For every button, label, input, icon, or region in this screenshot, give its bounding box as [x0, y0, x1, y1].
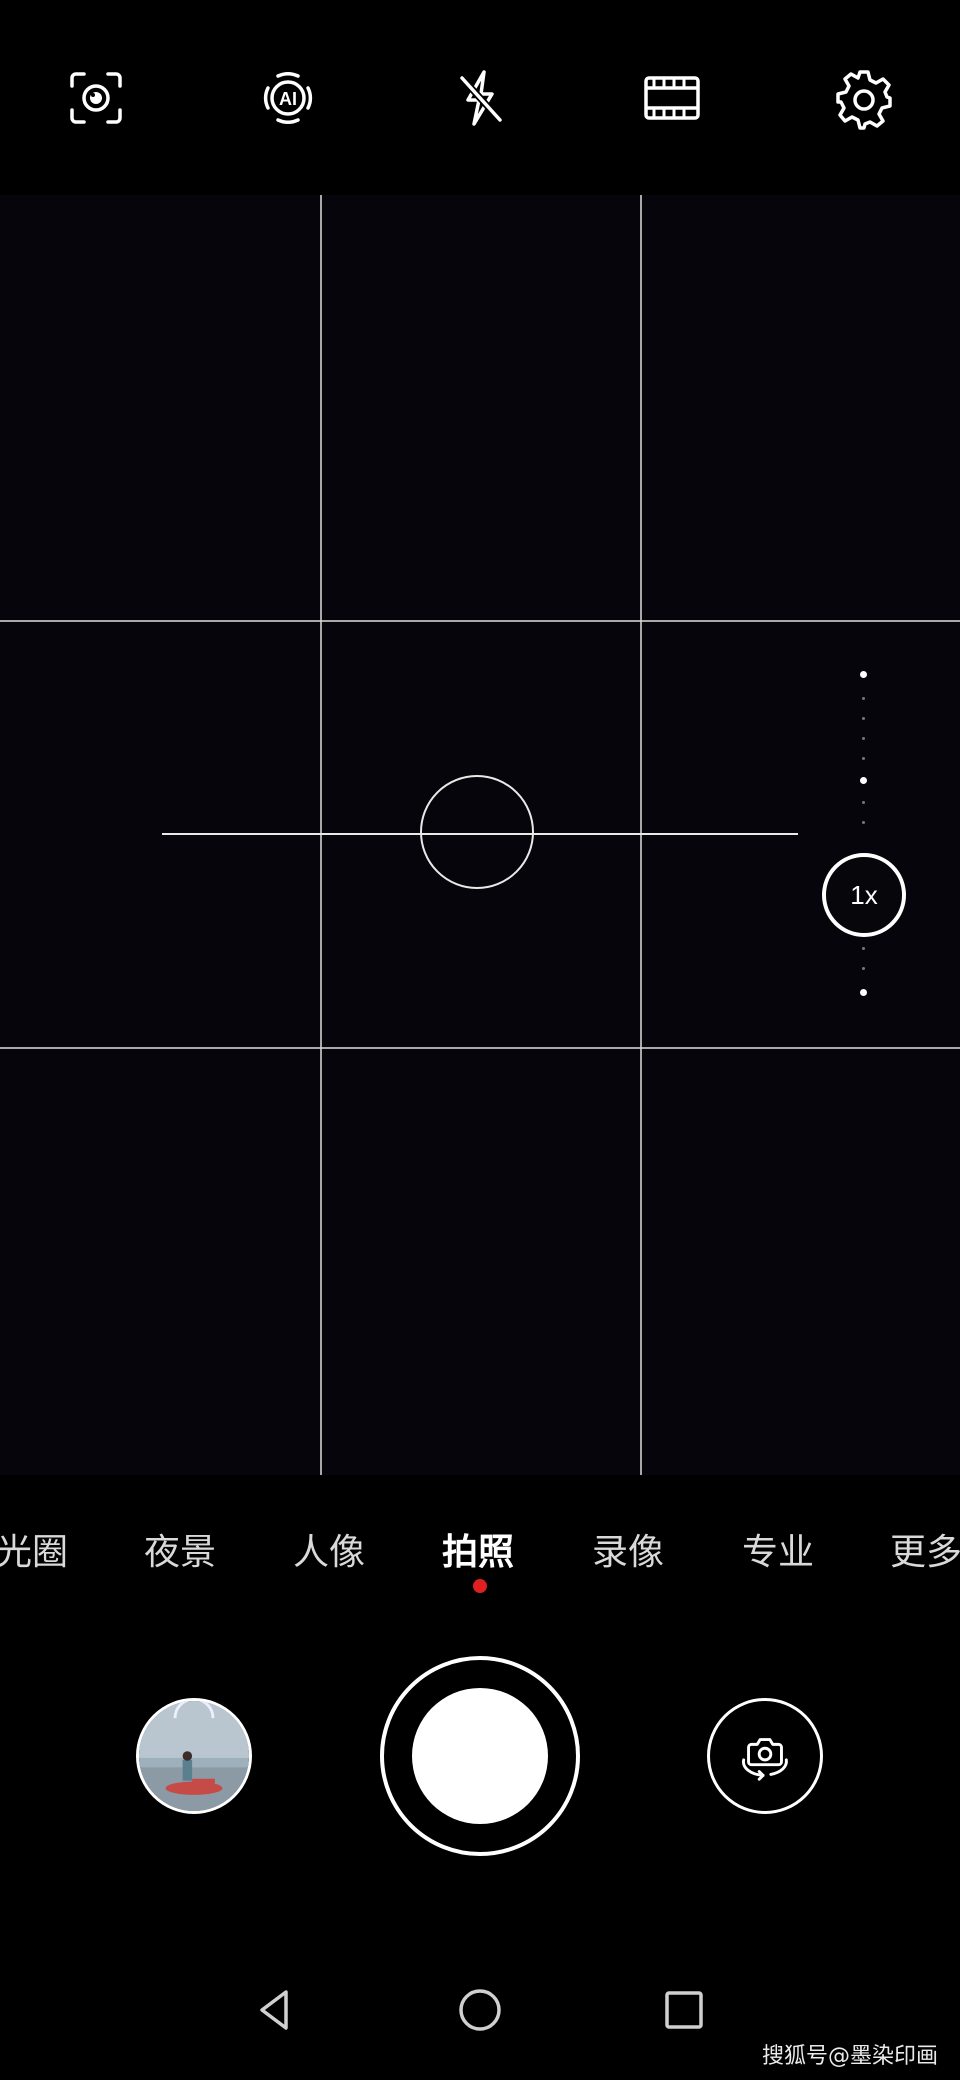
zoom-tick: [862, 821, 865, 824]
settings-button[interactable]: [829, 63, 899, 133]
shutter-core: [412, 1688, 548, 1824]
gear-icon: [836, 70, 892, 130]
ai-mode-button[interactable]: AI: [253, 63, 323, 133]
mode-more[interactable]: 更多: [890, 1523, 960, 1575]
active-mode-indicator: [473, 1579, 487, 1593]
filter-button[interactable]: [637, 63, 707, 133]
grid-line-vertical-2: [640, 195, 642, 1475]
camera-switch-icon: [742, 1738, 788, 1781]
zoom-tick: [862, 757, 865, 760]
scene-recognition-button[interactable]: [61, 63, 131, 133]
shutter-button[interactable]: [380, 1656, 580, 1856]
zoom-tick: [862, 737, 865, 740]
nav-recents-button[interactable]: [654, 1980, 714, 2040]
zoom-tick: [862, 697, 865, 700]
level-indicator-circle: [420, 775, 534, 889]
viewfinder[interactable]: 1x: [0, 195, 960, 1475]
flash-off-icon: [459, 70, 503, 126]
triangle-back-icon: [260, 1990, 288, 2030]
nav-home-button[interactable]: [450, 1980, 510, 2040]
watermark-text: 搜狐号@墨染印画: [761, 2044, 938, 2069]
grid-line-vertical-1: [320, 195, 322, 1475]
gallery-thumbnail[interactable]: [136, 1698, 252, 1814]
nav-back-button[interactable]: [246, 1980, 306, 2040]
zoom-tick: [862, 801, 865, 804]
mode-video[interactable]: 录像: [592, 1523, 664, 1575]
camera-toolbar: AI: [0, 0, 960, 195]
zoom-tick: [862, 947, 865, 950]
zoom-tick: [862, 967, 865, 970]
zoom-level-button[interactable]: 1x: [822, 853, 906, 937]
zoom-tick: [862, 717, 865, 720]
gallery-preview-image: [139, 1701, 249, 1811]
switch-camera-button[interactable]: [707, 1698, 823, 1814]
mode-pro[interactable]: 专业: [742, 1523, 814, 1575]
grid-line-horizontal-1: [0, 620, 960, 622]
mode-photo[interactable]: 拍照: [442, 1523, 514, 1575]
zoom-tick-mid: [860, 777, 867, 784]
mode-night[interactable]: 夜景: [144, 1523, 216, 1575]
focus-eye-icon: [70, 72, 122, 124]
flash-off-button[interactable]: [445, 63, 515, 133]
zoom-tick-min: [860, 989, 867, 996]
ai-label: AI: [279, 89, 297, 109]
zoom-tick-max: [860, 671, 867, 678]
mode-aperture[interactable]: 光圈: [0, 1523, 68, 1575]
mode-selector[interactable]: 光圈 夜景 人像 拍照 录像 专业 更多: [0, 1475, 960, 1605]
ai-icon: AI: [263, 72, 313, 124]
circle-home-icon: [459, 1989, 501, 2031]
film-strip-icon: [644, 76, 700, 120]
mode-portrait[interactable]: 人像: [293, 1523, 365, 1575]
square-recents-icon: [665, 1991, 703, 2029]
grid-line-horizontal-2: [0, 1047, 960, 1049]
